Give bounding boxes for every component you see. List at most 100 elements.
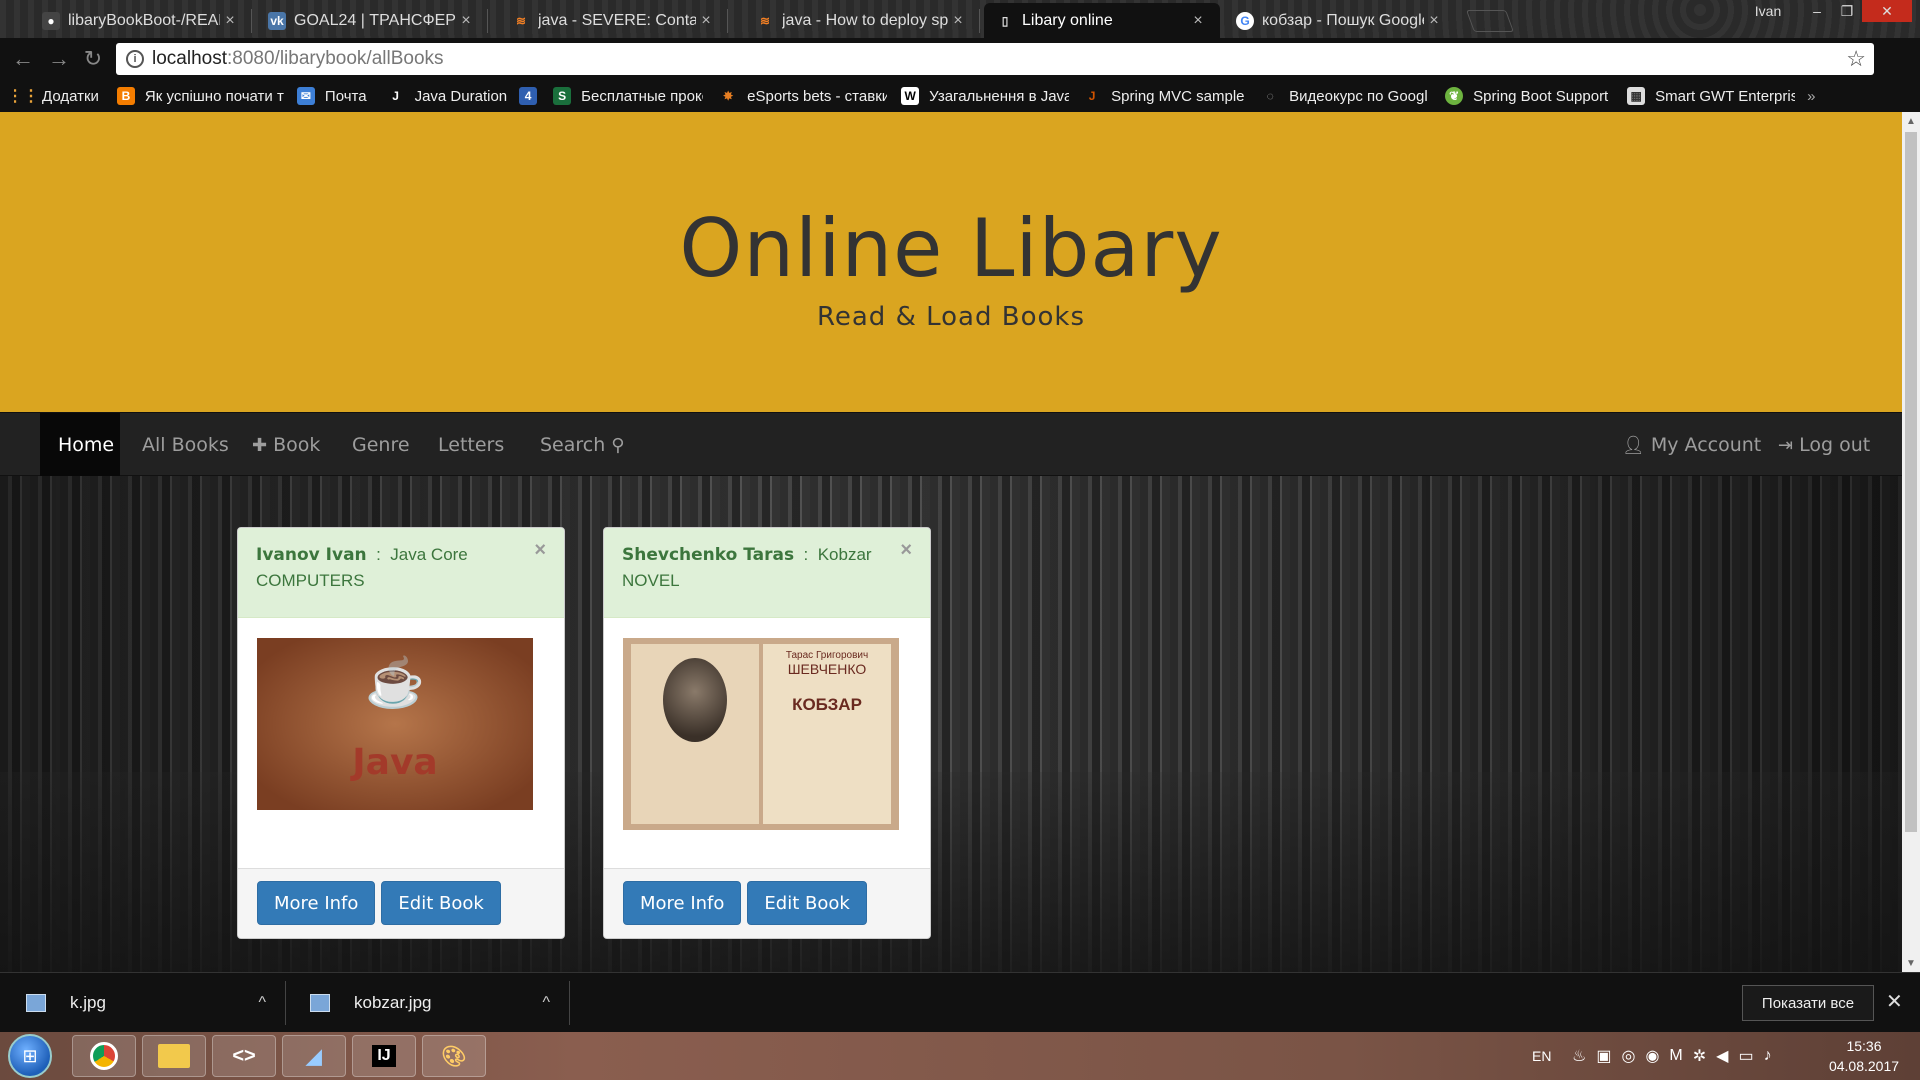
mysql-workbench-icon[interactable]: ◢ bbox=[282, 1035, 346, 1077]
bookmark-item[interactable]: ✉ Почта bbox=[296, 87, 367, 105]
close-icon[interactable]: ✕ bbox=[1886, 989, 1903, 1014]
code-editor-icon[interactable]: <> bbox=[212, 1035, 276, 1077]
browser-tab[interactable]: G кобзар - Пошук Google × bbox=[1224, 3, 1456, 38]
forward-arrow-icon[interactable]: → bbox=[46, 46, 72, 72]
download-item[interactable]: k.jpg ^ bbox=[26, 973, 286, 1033]
nav-search[interactable]: Search ⚲ bbox=[522, 413, 642, 477]
bookmark-item[interactable]: W Узагальнення в Java bbox=[901, 87, 1069, 105]
bookmark-item[interactable]: J Spring MVC sample bbox=[1083, 87, 1245, 105]
bookmark-item[interactable]: ▦ Smart GWT Enterpris bbox=[1627, 87, 1795, 105]
more-info-button[interactable]: More Info bbox=[623, 881, 742, 925]
vk-icon: vk bbox=[268, 11, 286, 30]
bookmark-item[interactable]: J Java Duration bbox=[387, 87, 507, 105]
chevron-right-icon[interactable]: » bbox=[1807, 88, 1815, 105]
address-bar: ← → ↻ i localhost:8080/libarybook/allBoo… bbox=[0, 38, 1920, 80]
minimize-icon[interactable]: – bbox=[1802, 0, 1832, 22]
restore-icon[interactable]: ❐ bbox=[1832, 0, 1862, 22]
profile-name[interactable]: Ivan bbox=[1740, 0, 1796, 22]
new-tab-button[interactable] bbox=[1465, 10, 1515, 32]
tab-label: Libary online bbox=[1022, 11, 1113, 29]
url-path: :8080/libarybook/allBooks bbox=[227, 48, 444, 69]
bookmark-star-icon[interactable]: ☆ bbox=[1846, 46, 1866, 72]
bookmark-item[interactable]: B Як успішно почати т bbox=[116, 87, 285, 105]
site-subtitle: Read & Load Books bbox=[816, 302, 1086, 332]
browser-tab[interactable]: ● libaryBookBoot-/READM × bbox=[30, 3, 252, 38]
edit-book-button[interactable]: Edit Book bbox=[381, 881, 501, 925]
scroll-up-icon[interactable]: ▲ bbox=[1902, 112, 1920, 130]
browser-tab-active[interactable]: ▯ Libary online × bbox=[984, 3, 1220, 38]
browser-tab[interactable]: vk GOAL24 | ТРАНСФЕРБО × bbox=[256, 3, 488, 38]
url-input[interactable]: i localhost:8080/libarybook/allBooks ☆ bbox=[116, 43, 1874, 75]
system-tray-icons[interactable]: ♨ ▣ ◎ ◉ M ✲ ◀ ▭ ♪ bbox=[1572, 1032, 1782, 1080]
download-item[interactable]: kobzar.jpg ^ bbox=[310, 973, 570, 1033]
bookmark-item[interactable]: ◌ Видеокурс по Googl bbox=[1261, 87, 1429, 105]
network-tray-icon[interactable]: ✲ bbox=[1693, 1046, 1716, 1066]
bookmark-item[interactable]: S Бесплатные прокси bbox=[553, 87, 703, 105]
nav-add-book[interactable]: ✚ Book bbox=[234, 413, 338, 477]
page-icon: ▯ bbox=[1001, 13, 1009, 28]
nav-genre[interactable]: Genre bbox=[334, 413, 428, 477]
book-author: Ivanov Ivan bbox=[256, 545, 367, 565]
bookmark-label: eSports bets - ставки bbox=[747, 87, 888, 105]
bookmark-label: Smart GWT Enterpris bbox=[1655, 87, 1796, 105]
chrome-icon[interactable] bbox=[72, 1035, 136, 1077]
mail-tray-icon[interactable]: M bbox=[1669, 1047, 1692, 1065]
image-file-icon bbox=[310, 994, 330, 1012]
back-arrow-icon[interactable]: ← bbox=[10, 46, 36, 72]
page-scrollbar[interactable]: ▲ ▼ bbox=[1902, 112, 1920, 972]
chevron-up-icon[interactable]: ^ bbox=[258, 994, 266, 1012]
nav-all-books[interactable]: All Books bbox=[124, 413, 247, 477]
nav-label: Search bbox=[540, 434, 606, 456]
tray-app-icon[interactable]: ▣ bbox=[1596, 1046, 1621, 1066]
more-info-button[interactable]: More Info bbox=[257, 881, 376, 925]
chrome-tray-icon[interactable]: ◎ bbox=[1621, 1046, 1645, 1066]
s-icon: S bbox=[553, 87, 572, 105]
close-icon[interactable]: × bbox=[948, 12, 968, 30]
scroll-down-icon[interactable]: ▼ bbox=[1902, 954, 1920, 972]
edit-book-button[interactable]: Edit Book bbox=[747, 881, 867, 925]
download-filename: kobzar.jpg bbox=[354, 993, 432, 1012]
close-icon[interactable]: × bbox=[534, 538, 546, 563]
close-icon[interactable]: × bbox=[1188, 12, 1208, 30]
start-button[interactable]: ⊞ bbox=[8, 1034, 52, 1078]
close-icon[interactable]: × bbox=[456, 12, 476, 30]
github-icon: ● bbox=[42, 11, 60, 30]
chevron-up-icon[interactable]: ^ bbox=[542, 994, 550, 1012]
book-card-footer: More Info Edit Book bbox=[604, 868, 930, 938]
close-icon[interactable]: × bbox=[900, 538, 912, 563]
cover-author-first: Тарас Григорович bbox=[785, 650, 869, 661]
browser-tab[interactable]: ≋ java - How to deploy spr × bbox=[744, 3, 980, 38]
four-icon: 4 bbox=[519, 87, 538, 105]
close-icon[interactable]: × bbox=[696, 12, 716, 30]
flame-icon: ✸ bbox=[723, 89, 734, 103]
close-icon[interactable]: × bbox=[220, 12, 240, 30]
action-center-icon[interactable]: ▭ bbox=[1738, 1046, 1763, 1066]
clock[interactable]: 15:36 04.08.2017 bbox=[1816, 1036, 1912, 1076]
sound-muted-icon[interactable]: ◀ bbox=[1716, 1046, 1738, 1066]
file-explorer-icon[interactable] bbox=[142, 1035, 206, 1077]
browser-tab[interactable]: ≋ java - SEVERE: Container × bbox=[500, 3, 728, 38]
keyboard-language[interactable]: EN bbox=[1532, 1032, 1551, 1080]
show-all-downloads-button[interactable]: Показати все bbox=[1742, 985, 1874, 1021]
nav-home[interactable]: Home bbox=[40, 413, 120, 477]
nav-letters[interactable]: Letters bbox=[420, 413, 522, 477]
log-out-icon: ⇥ bbox=[1778, 434, 1794, 456]
info-icon[interactable]: i bbox=[126, 50, 144, 68]
paint-icon[interactable]: 🎨︎ bbox=[422, 1035, 486, 1077]
tab-label: GOAL24 | ТРАНСФЕРБО bbox=[294, 11, 456, 29]
nav-my-account[interactable]: 👤︎ My Account bbox=[1604, 413, 1779, 477]
bookmark-apps[interactable]: ⋮⋮ Додатки bbox=[14, 87, 99, 106]
bookmark-item[interactable]: ❦ Spring Boot Support bbox=[1445, 87, 1609, 105]
bookmark-item[interactable]: ✸ eSports bets - ставки bbox=[719, 87, 887, 105]
nav-label: My Account bbox=[1650, 434, 1762, 456]
intellij-icon[interactable]: IJ bbox=[352, 1035, 416, 1077]
bookmark-item[interactable]: 4 bbox=[519, 87, 547, 105]
reload-icon[interactable]: ↻ bbox=[80, 46, 106, 72]
record-icon[interactable]: ◉ bbox=[1645, 1046, 1669, 1066]
nav-log-out[interactable]: ⇥ Log out bbox=[1760, 413, 1888, 477]
window-close-icon[interactable]: ✕ bbox=[1862, 0, 1912, 22]
scrollbar-thumb[interactable] bbox=[1905, 132, 1917, 832]
close-icon[interactable]: × bbox=[1424, 12, 1444, 30]
volume-icon[interactable]: ♪ bbox=[1764, 1047, 1782, 1065]
flame-icon[interactable]: ♨ bbox=[1572, 1046, 1596, 1066]
